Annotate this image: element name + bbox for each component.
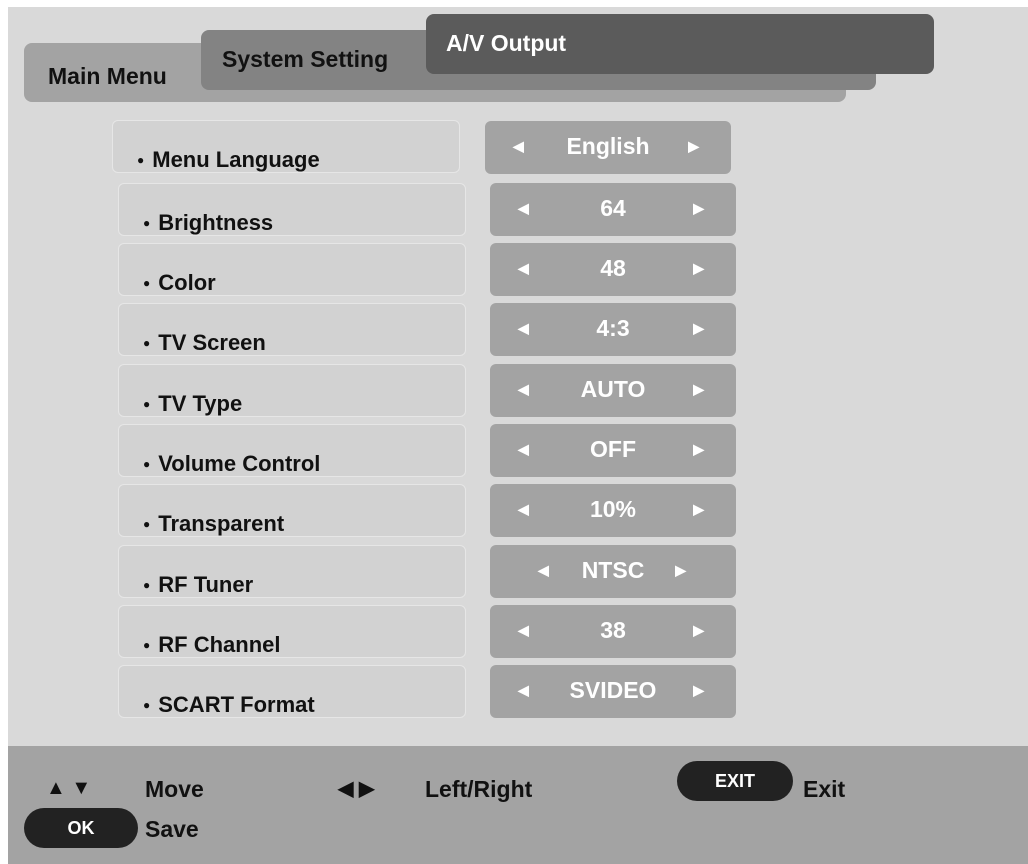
left-right-arrows-icon: ◀ ▶ — [338, 778, 375, 800]
setting-label: TV Type — [143, 391, 242, 416]
setting-label: Menu Language — [137, 147, 319, 172]
left-right-label: Left/Right — [425, 776, 533, 802]
setting-item-volume-control[interactable]: Volume Control — [118, 424, 466, 477]
setting-label: SCART Format — [143, 692, 314, 717]
right-arrow-icon[interactable]: ▶ — [693, 320, 704, 337]
setting-item-color[interactable]: Color — [118, 243, 466, 296]
setting-label: Transparent — [143, 511, 284, 536]
setting-item-brightness[interactable]: Brightness — [118, 183, 466, 236]
tab-av-output-label: A/V Output — [446, 30, 567, 56]
setting-label: TV Screen — [143, 330, 266, 355]
move-label: Move — [145, 776, 204, 802]
tab-main-menu-label: Main Menu — [48, 63, 167, 89]
up-down-arrows-icon: ▲ ▼ — [46, 777, 92, 799]
right-arrow-icon[interactable]: ▶ — [693, 381, 704, 398]
right-arrow-icon[interactable]: ▶ — [693, 501, 704, 518]
setting-value-rf-tuner[interactable]: ◀ NTSC ▶ — [490, 545, 736, 598]
right-arrow-icon[interactable]: ▶ — [688, 138, 699, 155]
setting-value-scart-format[interactable]: ◀ SVIDEO ▶ — [490, 665, 736, 718]
setting-value-menu-language[interactable]: ◀ English ▶ — [485, 121, 731, 174]
right-arrow-icon[interactable]: ▶ — [693, 682, 704, 699]
setting-item-rf-channel[interactable]: RF Channel — [118, 605, 466, 658]
save-label: Save — [145, 816, 199, 842]
setting-value-tv-screen[interactable]: ◀ 4:3 ▶ — [490, 303, 736, 356]
right-arrow-icon[interactable]: ▶ — [693, 260, 704, 277]
exit-button[interactable]: EXIT — [677, 761, 793, 801]
setting-value-volume-control[interactable]: ◀ OFF ▶ — [490, 424, 736, 477]
right-arrow-icon[interactable]: ▶ — [693, 200, 704, 217]
setting-label: RF Tuner — [143, 572, 253, 597]
tab-system-setting-label: System Setting — [222, 46, 389, 72]
right-arrow-icon[interactable]: ▶ — [675, 562, 686, 579]
setting-value-color[interactable]: ◀ 48 ▶ — [490, 243, 736, 296]
setting-label: Brightness — [143, 210, 273, 235]
setting-label: Volume Control — [143, 451, 320, 476]
setting-item-tv-type[interactable]: TV Type — [118, 364, 466, 417]
tab-av-output[interactable]: A/V Output — [426, 14, 934, 74]
setting-label: RF Channel — [143, 632, 280, 657]
exit-label: Exit — [803, 776, 846, 802]
setting-value-rf-channel[interactable]: ◀ 38 ▶ — [490, 605, 736, 658]
setting-item-transparent[interactable]: Transparent — [118, 484, 466, 537]
ok-button[interactable]: OK — [24, 808, 138, 848]
right-arrow-icon[interactable]: ▶ — [693, 622, 704, 639]
setting-label: Color — [143, 270, 215, 295]
setting-item-scart-format[interactable]: SCART Format — [118, 665, 466, 718]
setting-item-menu-language[interactable]: Menu Language — [112, 120, 460, 173]
setting-value-tv-type[interactable]: ◀ AUTO ▶ — [490, 364, 736, 417]
right-arrow-icon[interactable]: ▶ — [693, 441, 704, 458]
setting-item-tv-screen[interactable]: TV Screen — [118, 303, 466, 356]
setting-value: NTSC — [581, 557, 645, 583]
help-footer: ▲ ▼ Move ◀ ▶ Left/Right EXIT Exit OK Sav… — [8, 746, 1028, 864]
setting-value-brightness[interactable]: ◀ 64 ▶ — [490, 183, 736, 236]
setting-value-transparent[interactable]: ◀ 10% ▶ — [490, 484, 736, 537]
setting-item-rf-tuner[interactable]: RF Tuner — [118, 545, 466, 598]
